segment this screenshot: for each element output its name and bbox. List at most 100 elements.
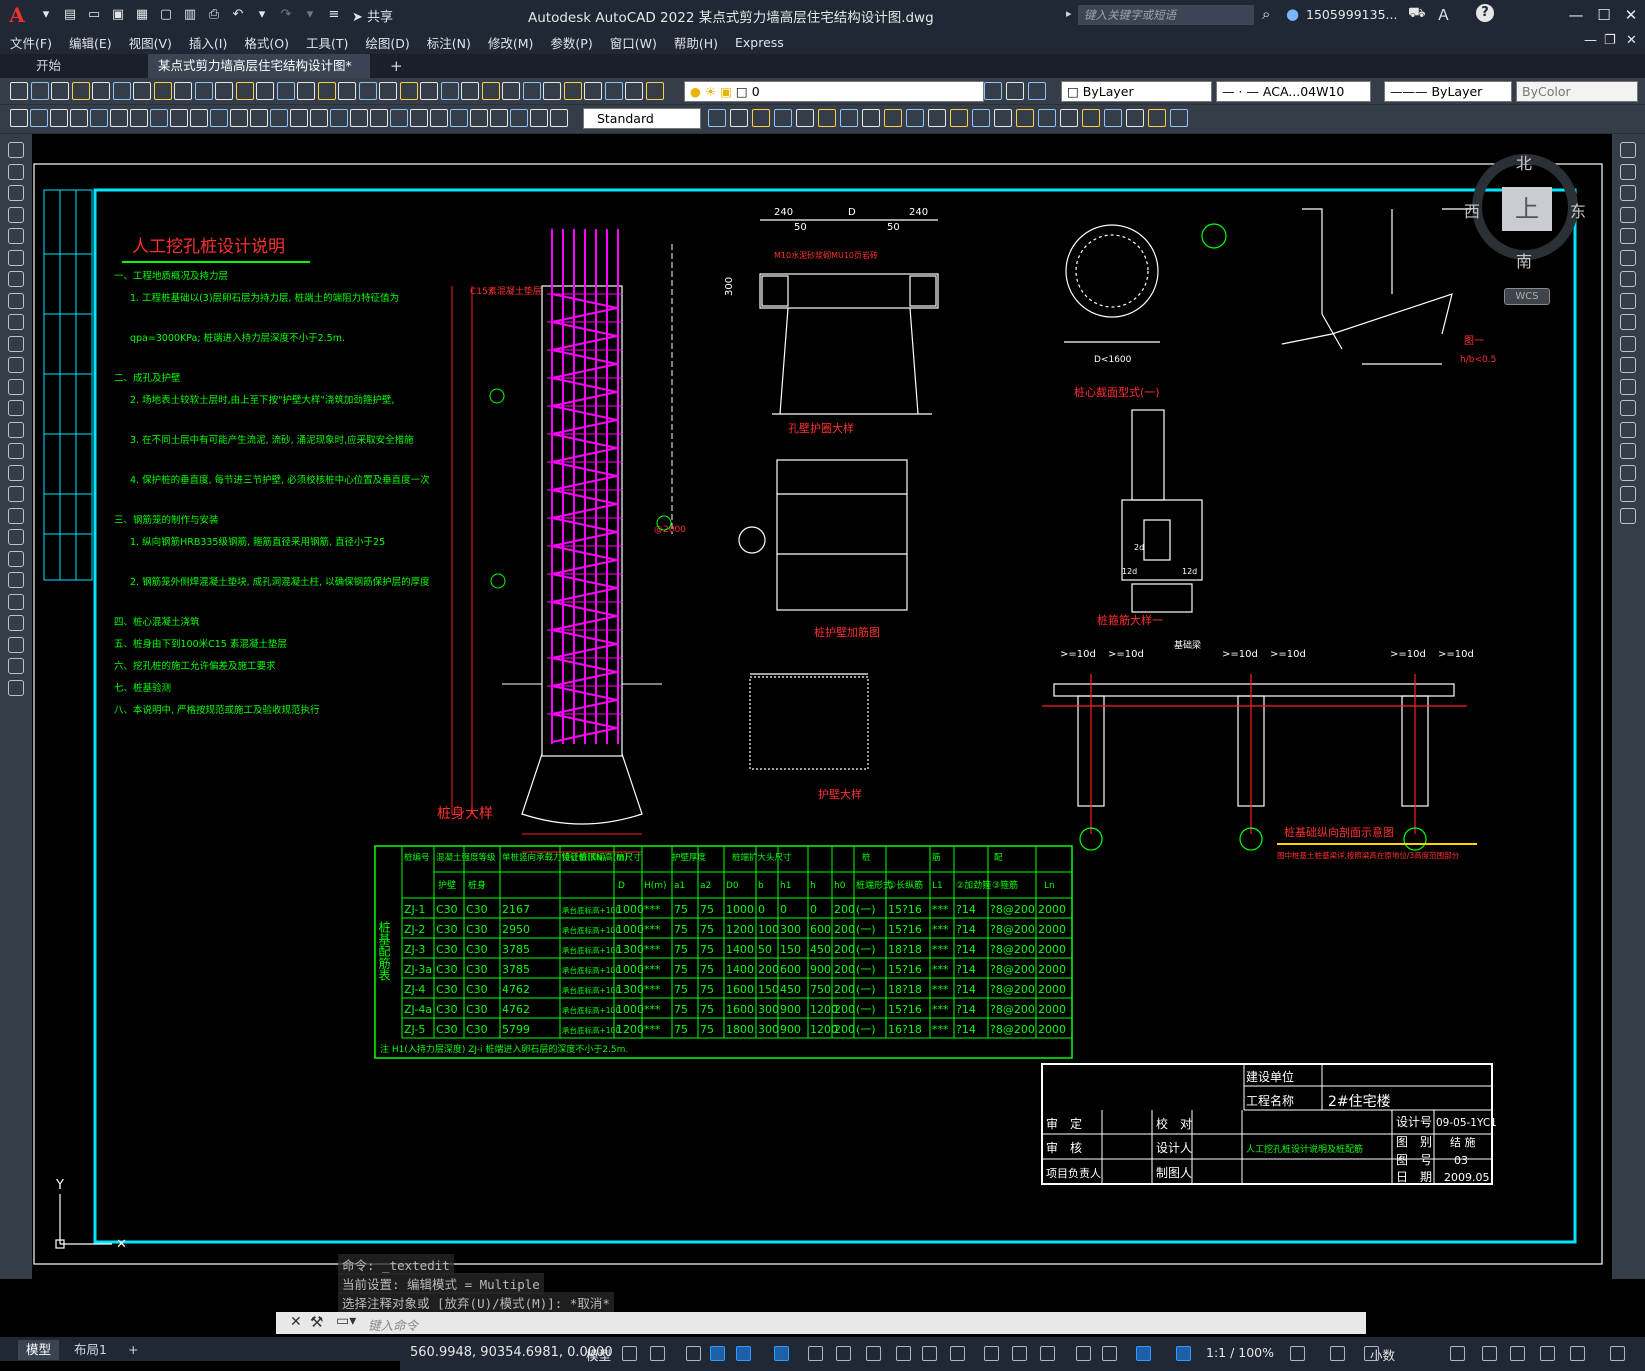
dim-tool-28-icon[interactable] [550, 109, 568, 127]
modify-tool-17-icon[interactable] [1060, 109, 1078, 127]
status-toggle-16-icon[interactable] [1076, 1346, 1091, 1361]
standard-tool-1-icon[interactable] [10, 82, 28, 100]
dim-tool-21-icon[interactable] [410, 109, 428, 127]
status-toggle-4-icon[interactable] [710, 1346, 725, 1361]
standard-tool-23-icon[interactable] [461, 82, 479, 100]
standard-tool-18-icon[interactable] [358, 82, 377, 100]
modify-tool-6-icon[interactable] [818, 109, 836, 127]
modify-tool-19-icon[interactable] [1104, 109, 1122, 127]
status-toggle-6-icon[interactable] [774, 1346, 789, 1361]
dim-tool-9-icon[interactable] [170, 109, 188, 127]
dim-tool-23-icon[interactable] [450, 109, 468, 127]
modify-palette-tool-7-icon[interactable] [1620, 271, 1636, 287]
draw-tool-5-icon[interactable] [8, 228, 24, 244]
dim-tool-22-icon[interactable] [430, 109, 448, 127]
status-toggle-9-icon[interactable] [866, 1346, 881, 1361]
maximize-icon[interactable]: ☐ [1590, 4, 1618, 26]
draw-tool-25-icon[interactable] [8, 658, 24, 674]
dim-tool-24-icon[interactable] [470, 109, 488, 127]
user-account[interactable]: 1505999135... [1306, 7, 1397, 22]
minimize-icon[interactable]: — [1562, 4, 1590, 26]
draw-tool-22-icon[interactable] [8, 593, 24, 610]
cmd-customize-icon[interactable]: ⚒ [310, 1313, 323, 1331]
menu-modify[interactable]: 修改(M) [488, 33, 534, 52]
drawing-canvas[interactable]: 人工挖孔桩设计说明 一、工程地质概况及持力层 1. 工程桩基础以(3)层卵石层为持… [32, 134, 1612, 1278]
wcs-button[interactable]: WCS [1504, 288, 1550, 305]
modify-palette-tool-12-icon[interactable] [1620, 378, 1636, 395]
standard-tool-15-icon[interactable] [297, 82, 315, 100]
model-space-button[interactable]: 模型 [586, 1345, 611, 1364]
draw-tool-4-icon[interactable] [8, 206, 24, 223]
draw-tool-23-icon[interactable] [8, 615, 24, 631]
modify-palette-tool-3-icon[interactable] [1620, 185, 1636, 201]
modify-palette-tool-1-icon[interactable] [1620, 142, 1636, 158]
new-file-icon[interactable]: ▤ [61, 6, 79, 24]
modify-palette-tool-17-icon[interactable] [1620, 486, 1636, 502]
tab-layout1[interactable]: 布局1 [66, 1340, 115, 1360]
standard-tool-3-icon[interactable] [51, 82, 69, 100]
status-toggle-1-icon[interactable] [622, 1346, 637, 1361]
plotstyle-combo[interactable]: ByColor [1516, 81, 1638, 102]
search-icon[interactable]: ⌕ [1262, 5, 1270, 23]
standard-tool-11-icon[interactable] [215, 82, 233, 100]
draw-tool-20-icon[interactable] [8, 550, 24, 567]
draw-tool-26-icon[interactable] [8, 679, 24, 696]
status-toggle-25-icon[interactable] [1510, 1346, 1525, 1361]
status-toggle-12-icon[interactable] [950, 1346, 965, 1361]
doc-minimize-icon[interactable]: — [1584, 33, 1597, 48]
status-toggle-18-icon[interactable] [1136, 1346, 1151, 1361]
menu-help[interactable]: 帮助(H) [674, 33, 718, 52]
status-toggle-22-icon[interactable] [1364, 1346, 1379, 1361]
dim-tool-1-icon[interactable] [10, 109, 28, 127]
status-toggle-11-icon[interactable] [922, 1346, 937, 1361]
layer-tool-5-icon[interactable] [1028, 82, 1046, 100]
menu-draw[interactable]: 绘图(D) [365, 33, 409, 52]
dim-tool-17-icon[interactable] [330, 109, 348, 127]
tab-model[interactable]: 模型 [18, 1340, 60, 1360]
dim-tool-14-icon[interactable] [270, 109, 288, 127]
modify-palette-tool-9-icon[interactable] [1620, 314, 1636, 330]
modify-tool-5-icon[interactable] [796, 109, 814, 127]
undo-icon[interactable]: ↶ [229, 6, 247, 24]
color-combo[interactable]: □ ByLayer [1061, 81, 1212, 102]
dim-tool-13-icon[interactable] [250, 109, 268, 127]
standard-tool-29-icon[interactable] [584, 82, 602, 100]
standard-tool-13-icon[interactable] [256, 82, 274, 100]
modify-palette-tool-4-icon[interactable] [1620, 206, 1636, 223]
coordinate-readout[interactable]: 560.9948, 90354.6981, 0.0000 [410, 1345, 613, 1360]
modify-tool-15-icon[interactable] [1016, 109, 1034, 127]
menu-format[interactable]: 格式(O) [244, 33, 289, 52]
dim-tool-18-icon[interactable] [350, 109, 368, 127]
modify-palette-tool-14-icon[interactable] [1620, 421, 1636, 438]
autocad-logo-icon[interactable]: A [0, 0, 34, 30]
dim-tool-19-icon[interactable] [370, 109, 388, 127]
modify-tool-20-icon[interactable] [1126, 109, 1144, 127]
status-toggle-5-icon[interactable] [736, 1346, 751, 1361]
standard-tool-17-icon[interactable] [338, 82, 356, 100]
status-toggle-27-icon[interactable] [1570, 1346, 1585, 1361]
dim-tool-5-icon[interactable] [90, 109, 108, 127]
modify-tool-3-icon[interactable] [752, 109, 770, 127]
dim-tool-11-icon[interactable] [210, 109, 228, 127]
modify-palette-tool-15-icon[interactable] [1620, 443, 1636, 459]
standard-tool-26-icon[interactable] [522, 82, 541, 100]
draw-tool-1-icon[interactable] [8, 142, 24, 158]
draw-tool-14-icon[interactable] [8, 421, 24, 438]
doc-close-icon[interactable]: ✕ [1626, 33, 1637, 48]
plot-icon[interactable]: ⎙ [205, 6, 223, 24]
viewcube-east[interactable]: 东 [1570, 198, 1586, 222]
standard-tool-6-icon[interactable] [112, 82, 131, 100]
draw-tool-2-icon[interactable] [8, 163, 24, 180]
status-toggle-20-icon[interactable] [1290, 1346, 1305, 1361]
draw-tool-8-icon[interactable] [8, 292, 24, 309]
dim-tool-12-icon[interactable] [230, 109, 248, 127]
draw-tool-17-icon[interactable] [8, 486, 24, 502]
undo-dropdown-icon[interactable]: ▾ [253, 6, 271, 24]
draw-tool-13-icon[interactable] [8, 400, 24, 416]
save-icon[interactable]: ▣ [109, 6, 127, 24]
standard-tool-8-icon[interactable] [153, 82, 172, 100]
modify-tool-2-icon[interactable] [730, 109, 748, 127]
draw-tool-7-icon[interactable] [8, 271, 24, 287]
tab-add-layout[interactable]: + [120, 1340, 146, 1360]
menu-express[interactable]: Express [735, 35, 784, 50]
